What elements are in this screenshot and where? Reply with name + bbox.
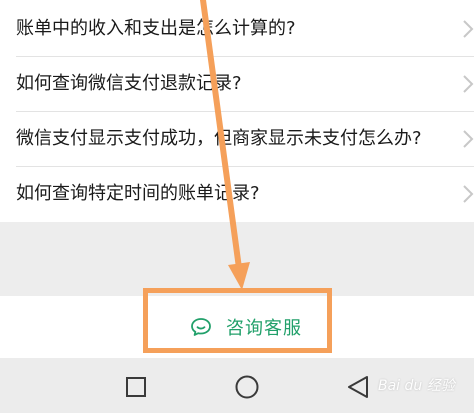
faq-item-label: 微信支付显示支付成功，但商家显示未支付怎么办? (16, 128, 422, 149)
chevron-right-icon (463, 75, 474, 93)
annotation-highlight-box (143, 288, 332, 353)
circle-icon[interactable] (234, 374, 260, 400)
triangle-back-icon[interactable] (346, 374, 370, 400)
faq-item-2[interactable]: 如何查询微信支付退款记录? (0, 57, 474, 111)
faq-item-label: 如何查询微信支付退款记录? (16, 73, 242, 94)
watermark: Bai du 经验 (378, 378, 455, 394)
faq-list: 账单中的收入和支出是怎么计算的? 如何查询微信支付退款记录? 微信支付显示支付成… (0, 0, 474, 222)
chevron-right-icon (463, 185, 474, 203)
faq-item-1[interactable]: 账单中的收入和支出是怎么计算的? (0, 2, 474, 56)
chevron-right-icon (463, 130, 474, 148)
chevron-right-icon (463, 20, 474, 38)
square-icon[interactable] (125, 376, 147, 398)
faq-item-4[interactable]: 如何查询特定时间的账单记录? (0, 167, 474, 221)
faq-item-3[interactable]: 微信支付显示支付成功，但商家显示未支付怎么办? (0, 112, 474, 166)
faq-item-label: 账单中的收入和支出是怎么计算的? (16, 18, 296, 39)
faq-item-label: 如何查询特定时间的账单记录? (16, 183, 260, 204)
